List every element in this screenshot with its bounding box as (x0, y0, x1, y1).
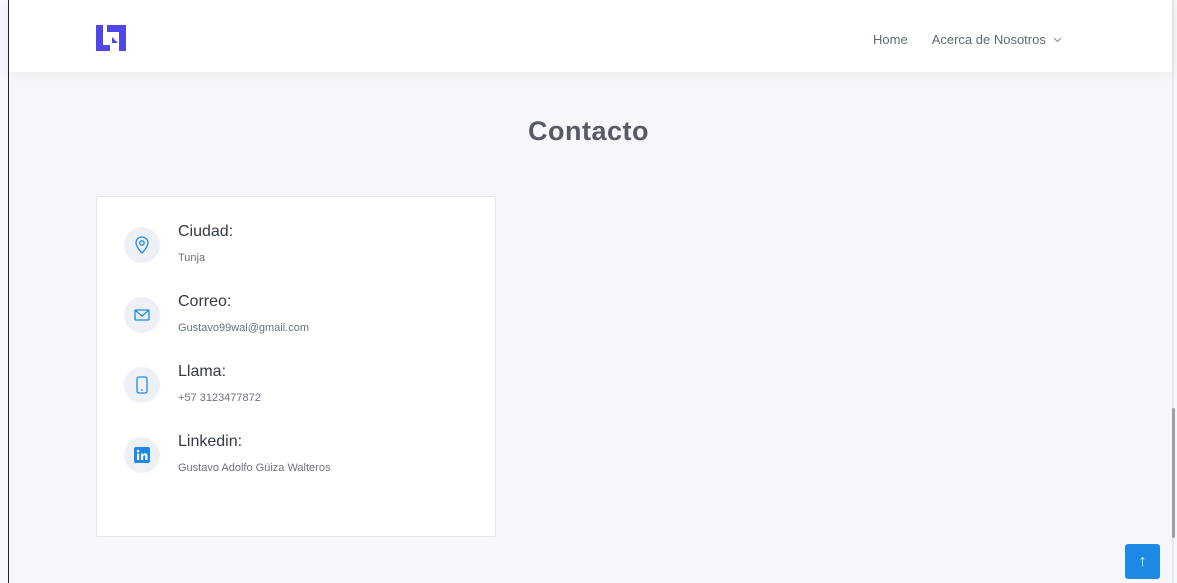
scrollbar-thumb[interactable] (1172, 408, 1175, 538)
chevron-down-icon (1053, 35, 1062, 46)
contact-card: Ciudad: Tunja Correo: Gustavo99wal@gmail… (96, 196, 496, 537)
nav-home-link[interactable]: Home (873, 32, 908, 47)
contact-phone-label: Llama: (178, 363, 227, 380)
main-nav: Home Acerca de Nosotros (873, 32, 1062, 47)
nav-about-dropdown[interactable]: Acerca de Nosotros (932, 32, 1063, 47)
contact-linkedin-value[interactable]: Gustavo Adolfo Güiza Walteros (178, 462, 330, 474)
contact-linkedin-label: Linkedin: (178, 433, 243, 450)
map-pin-icon (124, 227, 160, 263)
scroll-to-top-button[interactable]: ↑ (1125, 544, 1160, 579)
window-left-edge (8, 0, 9, 583)
site-header: Home Acerca de Nosotros (9, 0, 1172, 72)
page-title: Contacto (528, 116, 649, 146)
envelope-icon (124, 297, 160, 333)
contact-phone-value[interactable]: +57 3123477872 (178, 392, 261, 404)
contact-city-value: Tunja (178, 252, 206, 264)
linkedin-icon (124, 437, 160, 473)
arrow-up-icon: ↑ (1138, 552, 1147, 570)
brand-logo-icon[interactable] (95, 24, 127, 52)
phone-icon (124, 367, 160, 403)
contact-email-value[interactable]: Gustavo99wal@gmail.com (178, 322, 309, 334)
nav-about-label: Acerca de Nosotros (931, 32, 1046, 47)
contact-city-label: Ciudad: (178, 223, 234, 240)
contact-email-label: Correo: (178, 293, 232, 310)
